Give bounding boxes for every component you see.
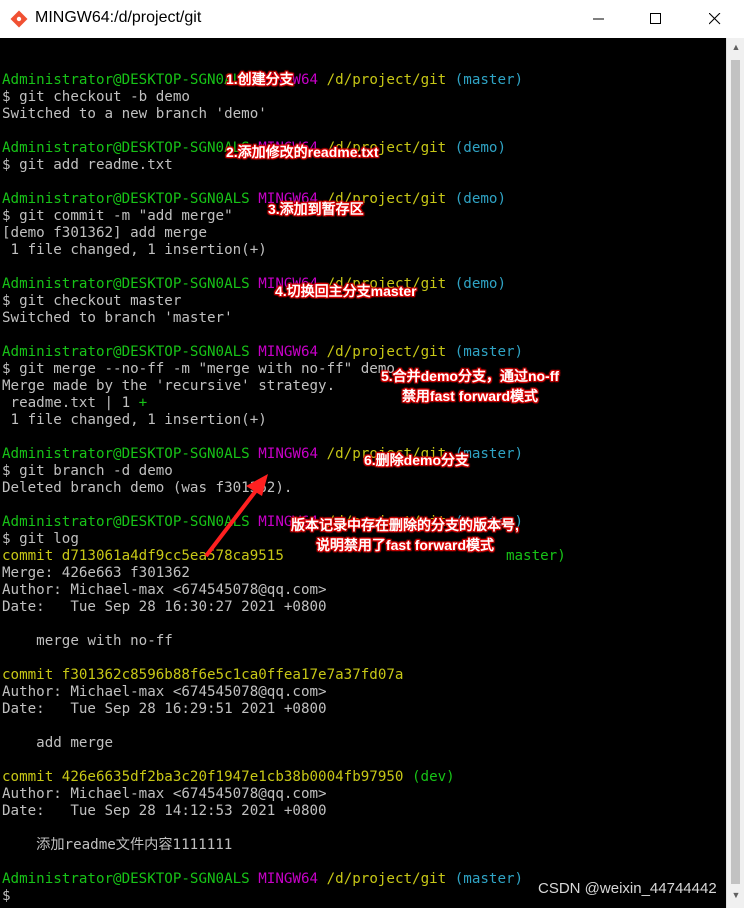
terminal-window: MINGW64:/d/project/git Administrator@DES… [0,0,744,908]
annotation-arrow [204,474,268,558]
csdn-watermark: CSDN @weixin_44744442 [538,880,717,897]
